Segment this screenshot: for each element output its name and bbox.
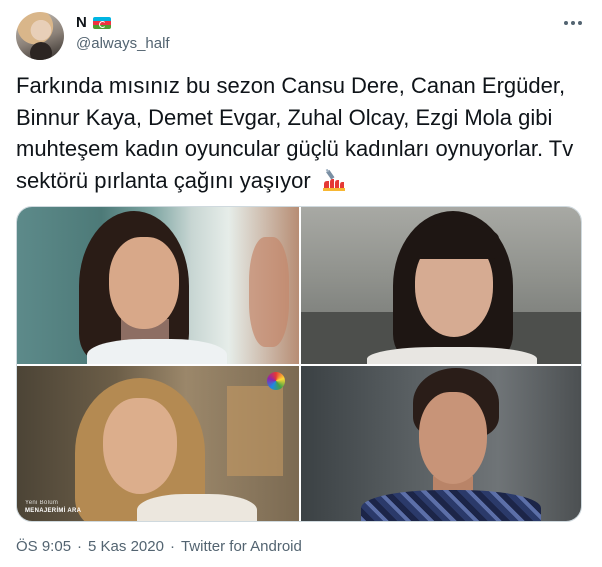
avatar[interactable] <box>16 12 64 60</box>
photo-3-caption-title: MENAJERİMİ ARA <box>25 508 82 514</box>
photo-3-caption: Yeni Bölüm MENAJERİMİ ARA <box>25 499 81 515</box>
photo-1[interactable] <box>17 207 299 364</box>
more-options-icon[interactable] <box>564 18 584 28</box>
tweet-metadata: ÖS 9:05 · 5 Kas 2020 · Twitter for Andro… <box>16 538 302 555</box>
channel-logo-icon <box>267 372 285 390</box>
tweet-date[interactable]: 5 Kas 2020 <box>88 538 164 555</box>
tweet-body: Farkında mısınız bu sezon Cansu Dere, Ca… <box>16 73 574 193</box>
photo-3-caption-small: Yeni Bölüm <box>25 500 59 506</box>
author-handle[interactable]: @always_half <box>76 35 170 52</box>
separator: · <box>77 538 83 555</box>
tweet: N @always_half Farkında mısınız bu sezon… <box>0 0 602 567</box>
tweet-source[interactable]: Twitter for Android <box>181 538 302 555</box>
azerbaijan-flag-icon <box>92 16 111 29</box>
author-name-row: N <box>76 14 111 31</box>
media-grid: Yeni Bölüm MENAJERİMİ ARA <box>16 206 582 522</box>
photo-4[interactable] <box>301 366 581 521</box>
separator: · <box>169 538 175 555</box>
author-display-name[interactable]: N <box>76 14 87 31</box>
photo-2[interactable] <box>301 207 581 364</box>
nail-polish-icon <box>322 168 345 191</box>
tweet-text: Farkında mısınız bu sezon Cansu Dere, Ca… <box>16 70 586 196</box>
tweet-time[interactable]: ÖS 9:05 <box>16 538 71 555</box>
photo-3[interactable]: Yeni Bölüm MENAJERİMİ ARA <box>17 366 299 521</box>
